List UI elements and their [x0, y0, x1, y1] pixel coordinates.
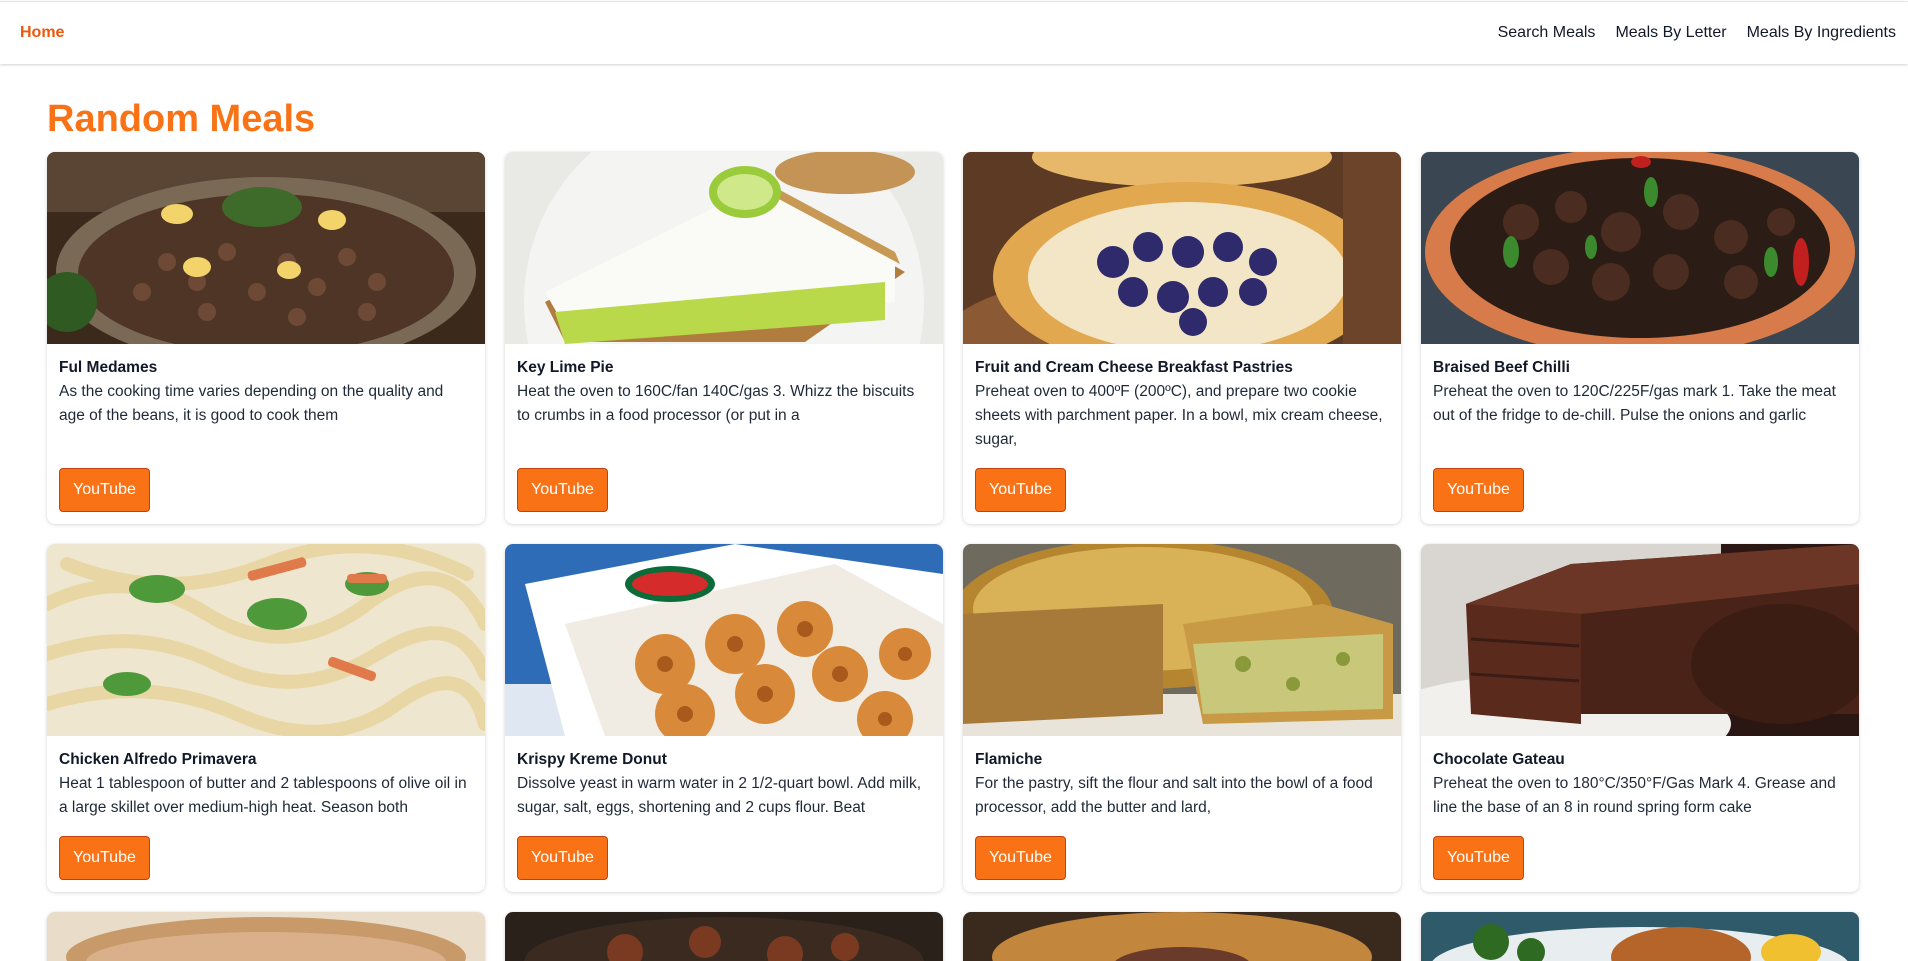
nav-links: Search Meals Meals By Letter Meals By In… — [1498, 24, 1896, 42]
meal-card: Chocolate Gateau Preheat the oven to 180… — [1421, 544, 1859, 892]
meal-card: Chicken Alfredo Primavera Heat 1 tablesp… — [47, 544, 485, 892]
nav-link-meals-by-ingredients[interactable]: Meals By Ingredients — [1747, 24, 1896, 42]
youtube-button[interactable]: YouTube — [1433, 468, 1524, 512]
meal-title: Key Lime Pie — [517, 359, 614, 376]
meal-card-partial — [1421, 912, 1859, 961]
meal-card: Ful Medames As the cooking time varies d… — [47, 152, 485, 524]
meal-title: Chicken Alfredo Primavera — [59, 751, 257, 768]
meal-card: Flamiche For the pastry, sift the flour … — [963, 544, 1401, 892]
food-image[interactable] — [505, 912, 943, 961]
meal-card: Krispy Kreme Donut Dissolve yeast in war… — [505, 544, 943, 892]
donuts-image[interactable] — [505, 544, 943, 736]
page-title: Random Meals — [47, 98, 316, 140]
youtube-button[interactable]: YouTube — [517, 836, 608, 880]
meal-title: Braised Beef Chilli — [1433, 359, 1570, 376]
youtube-button[interactable]: YouTube — [1433, 836, 1524, 880]
quiche-image[interactable] — [963, 544, 1401, 736]
meals-grid: Ful Medames As the cooking time varies d… — [47, 152, 1859, 961]
meal-card: Braised Beef Chilli Preheat the oven to … — [1421, 152, 1859, 524]
blueberry-pastry-image[interactable] — [963, 152, 1401, 344]
pasta-image[interactable] — [47, 544, 485, 736]
meal-title: Fruit and Cream Cheese Breakfast Pastrie… — [975, 359, 1293, 376]
meal-card-partial — [963, 912, 1401, 961]
meal-title: Krispy Kreme Donut — [517, 751, 667, 768]
meal-description: As the cooking time varies depending on … — [59, 383, 444, 424]
lime-pie-image[interactable] — [505, 152, 943, 344]
nav-home-link[interactable]: Home — [20, 24, 64, 42]
youtube-button[interactable]: YouTube — [517, 468, 608, 512]
meal-card: Key Lime Pie Heat the oven to 160C/fan 1… — [505, 152, 943, 524]
meal-card-partial — [505, 912, 943, 961]
beans-dish-image[interactable] — [47, 152, 485, 344]
meal-title: Flamiche — [975, 751, 1043, 768]
top-navbar: Home Search Meals Meals By Letter Meals … — [0, 1, 1908, 64]
meal-title: Ful Medames — [59, 359, 158, 376]
meal-description: For the pastry, sift the flour and salt … — [975, 775, 1373, 816]
beef-chilli-image[interactable] — [1421, 152, 1859, 344]
youtube-button[interactable]: YouTube — [975, 836, 1066, 880]
meal-title: Chocolate Gateau — [1433, 751, 1565, 768]
meal-description: Preheat the oven to 180°C/350°F/Gas Mark… — [1433, 775, 1836, 816]
food-image[interactable] — [47, 912, 485, 961]
meal-description: Heat the oven to 160C/fan 140C/gas 3. Wh… — [517, 383, 915, 424]
meal-description: Heat 1 tablespoon of butter and 2 tables… — [59, 775, 467, 816]
meal-description: Preheat oven to 400ºF (200ºC), and prepa… — [975, 383, 1383, 448]
youtube-button[interactable]: YouTube — [59, 468, 150, 512]
meal-description: Preheat the oven to 120C/225F/gas mark 1… — [1433, 383, 1836, 424]
nav-link-search-meals[interactable]: Search Meals — [1498, 24, 1596, 42]
meal-description: Dissolve yeast in warm water in 2 1/2-qu… — [517, 775, 922, 816]
youtube-button[interactable]: YouTube — [975, 468, 1066, 512]
food-image[interactable] — [963, 912, 1401, 961]
meal-card: Fruit and Cream Cheese Breakfast Pastrie… — [963, 152, 1401, 524]
chocolate-cake-image[interactable] — [1421, 544, 1859, 736]
food-image[interactable] — [1421, 912, 1859, 961]
nav-link-meals-by-letter[interactable]: Meals By Letter — [1615, 24, 1726, 42]
meal-card-partial — [47, 912, 485, 961]
youtube-button[interactable]: YouTube — [59, 836, 150, 880]
